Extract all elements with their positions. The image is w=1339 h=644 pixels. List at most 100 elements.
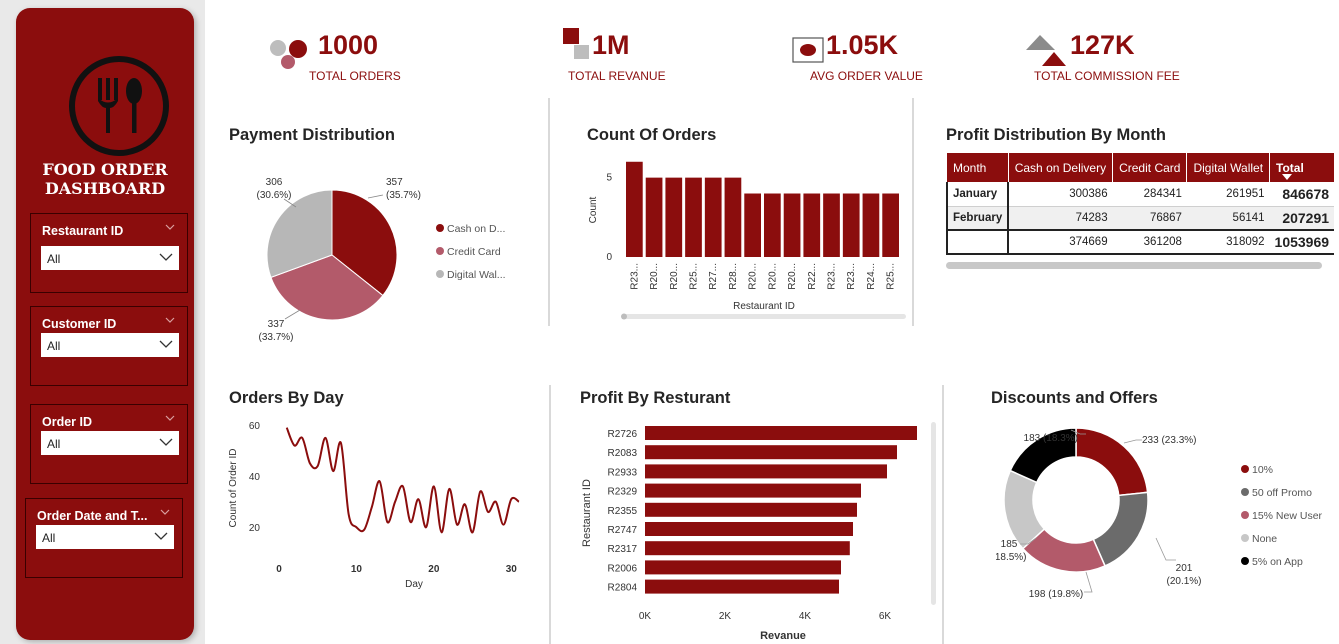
y-tick-label: R2006 bbox=[608, 563, 638, 574]
customer-id-dropdown[interactable]: All bbox=[41, 333, 179, 357]
column-header[interactable]: Cash on Delivery bbox=[1008, 153, 1114, 182]
dropdown-value: All bbox=[42, 531, 56, 545]
table-cell: 76867 bbox=[1112, 206, 1187, 231]
column-header-label: Total bbox=[1276, 160, 1304, 175]
legend-marker bbox=[1241, 534, 1249, 542]
bar bbox=[803, 193, 821, 257]
legend-marker bbox=[436, 247, 444, 255]
order-date-dropdown[interactable]: All bbox=[36, 525, 174, 549]
kpi-value: 127K bbox=[1070, 30, 1135, 60]
orders-by-day-title: Orders By Day bbox=[229, 389, 344, 407]
order-id-dropdown[interactable]: All bbox=[41, 431, 179, 455]
dropdown-value: All bbox=[47, 339, 61, 353]
kpi-label: AVG ORDER VALUE bbox=[810, 69, 923, 83]
leader-line bbox=[284, 309, 301, 320]
legend-marker bbox=[436, 270, 444, 278]
kpi-value: 1M bbox=[592, 30, 630, 60]
slicer-customer-id: Customer ID All bbox=[30, 306, 188, 386]
data-label: 233 (23.3%) bbox=[1142, 435, 1196, 446]
x-axis-label: Day bbox=[405, 579, 423, 590]
bar bbox=[645, 541, 850, 556]
chevron-down-icon[interactable] bbox=[160, 507, 170, 517]
y-tick-label: 40 bbox=[249, 472, 261, 483]
x-tick-label: R24... bbox=[866, 263, 877, 290]
divider bbox=[912, 98, 914, 326]
bar bbox=[823, 193, 840, 257]
leader-line bbox=[1084, 571, 1093, 593]
table-cell: 361208 bbox=[1112, 229, 1187, 255]
data-label: 337 bbox=[268, 319, 285, 330]
bar bbox=[645, 464, 887, 479]
x-tick-label: 4K bbox=[799, 611, 812, 622]
x-tick-label: R23... bbox=[846, 263, 857, 290]
data-label: (20.1%) bbox=[1166, 576, 1201, 587]
bar bbox=[645, 560, 841, 575]
divider bbox=[548, 98, 550, 326]
bar bbox=[645, 177, 663, 257]
x-tick-label: 10 bbox=[351, 564, 363, 575]
table-cell: 374669 bbox=[1008, 229, 1113, 255]
slicer-order-date: Order Date and T... All bbox=[25, 498, 183, 578]
fork-spoon-logo-icon bbox=[69, 56, 169, 156]
payment-distribution-title: Payment Distribution bbox=[229, 126, 395, 144]
column-header[interactable]: Digital Wallet bbox=[1186, 153, 1271, 182]
table-row: February 74283 76867 56141 207291 bbox=[945, 206, 1335, 231]
count-of-orders-chart: Count 0 5 R23... R20... R20... R25... R27... R28… bbox=[588, 161, 906, 320]
data-label: (18.5%) bbox=[996, 552, 1027, 563]
bar bbox=[882, 193, 899, 257]
x-tick-label: 20 bbox=[428, 564, 440, 575]
slicer-label: Order ID bbox=[42, 415, 93, 429]
x-tick-label: 0K bbox=[639, 611, 652, 622]
bar bbox=[724, 177, 742, 257]
scrollbar bbox=[931, 422, 936, 605]
bar bbox=[645, 502, 857, 517]
table-cell: February bbox=[945, 206, 1010, 231]
bar bbox=[645, 426, 917, 440]
divider bbox=[942, 385, 944, 644]
x-tick-label: R28... bbox=[728, 263, 739, 290]
y-tick-label: R2355 bbox=[608, 506, 638, 517]
y-tick-label: R2329 bbox=[608, 487, 638, 498]
legend-marker bbox=[1241, 465, 1249, 473]
table-scrollbar[interactable] bbox=[946, 262, 1322, 269]
x-tick-label: 0 bbox=[276, 564, 282, 575]
discounts-offers-title: Discounts and Offers bbox=[991, 389, 1158, 407]
data-label: 183 (18.3%) bbox=[1024, 433, 1078, 444]
bar bbox=[665, 177, 683, 257]
donut-slice bbox=[1092, 491, 1149, 567]
leader-line bbox=[367, 194, 384, 199]
discounts-donut-chart: 233 (23.3%) 201 (20.1%) 198 (19.8%) 185 (18.5… bbox=[996, 427, 1323, 600]
x-tick-label: R25... bbox=[886, 263, 897, 290]
divider bbox=[549, 385, 551, 644]
table-cell: 284341 bbox=[1112, 182, 1187, 207]
table-row: January 300386 284341 261951 846678 bbox=[945, 182, 1335, 207]
column-header[interactable]: Credit Card bbox=[1112, 153, 1188, 182]
legend-label: 15% New User bbox=[1252, 510, 1323, 522]
bar bbox=[685, 177, 702, 257]
legend-marker bbox=[1241, 488, 1249, 496]
data-label: (35.7%) bbox=[386, 190, 421, 201]
data-label: (30.6%) bbox=[256, 190, 291, 201]
sort-desc-icon bbox=[1281, 173, 1292, 180]
chevron-down-icon[interactable] bbox=[165, 315, 175, 325]
restaurant-id-dropdown[interactable]: All bbox=[41, 246, 179, 270]
circles-icon bbox=[270, 40, 307, 69]
table-cell: 300386 bbox=[1008, 182, 1113, 207]
chevron-down-icon[interactable] bbox=[165, 413, 175, 423]
column-header[interactable]: Month bbox=[947, 153, 1009, 182]
donut-slice bbox=[1075, 427, 1149, 497]
chevron-down-icon bbox=[154, 532, 168, 540]
x-axis-label: Revanue bbox=[760, 630, 806, 642]
triangles-icon bbox=[1026, 35, 1066, 66]
kpi-value: 1.05K bbox=[826, 30, 899, 60]
legend-label: Digital Wal... bbox=[447, 269, 506, 281]
x-tick-label: 2K bbox=[719, 611, 732, 622]
data-label: 357 bbox=[386, 177, 403, 188]
chevron-down-icon[interactable] bbox=[165, 222, 175, 232]
column-header-total[interactable]: Total bbox=[1269, 153, 1335, 182]
orders-by-day-chart: Count of Order ID 20 40 60 0 10 20 30 Day bbox=[228, 421, 520, 590]
count-of-orders-title: Count Of Orders bbox=[587, 126, 717, 144]
slicer-restaurant-id: Restaurant ID All bbox=[30, 213, 188, 293]
kpi-label: TOTAL REVANUE bbox=[568, 69, 666, 83]
bar bbox=[645, 522, 853, 536]
